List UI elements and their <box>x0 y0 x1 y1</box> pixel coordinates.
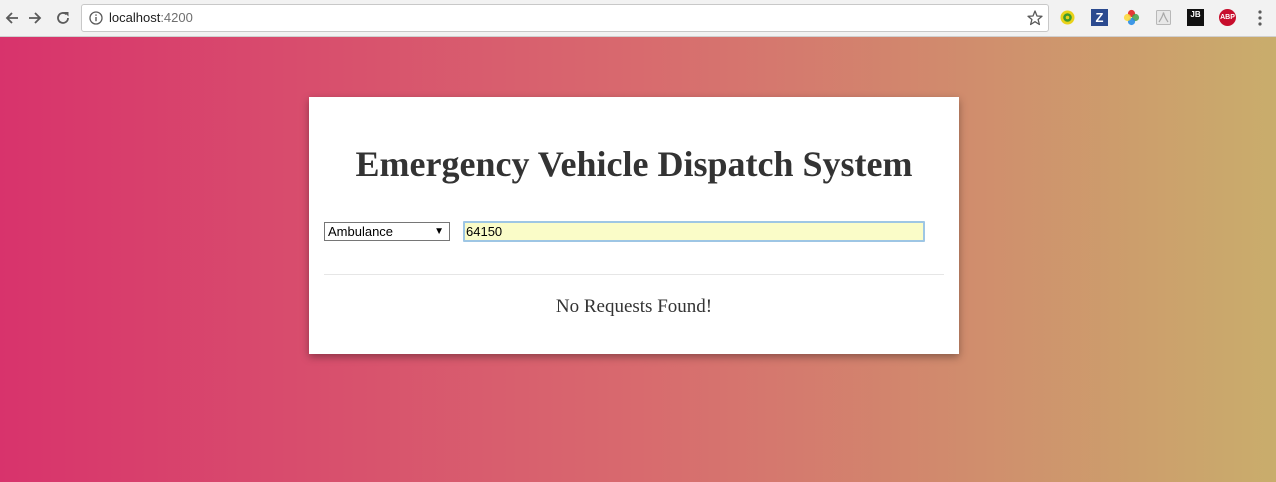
extension-abp-label: ABP <box>1220 14 1235 21</box>
divider <box>324 274 944 275</box>
zip-code-input[interactable] <box>463 221 925 242</box>
extension-green-icon[interactable] <box>1059 9 1076 26</box>
extension-z-label: Z <box>1095 10 1104 25</box>
url-text[interactable]: localhost:4200 <box>109 11 193 25</box>
extension-jb-icon[interactable]: JB <box>1187 9 1204 26</box>
green-circle-icon <box>1060 10 1075 25</box>
reload-icon <box>57 12 69 24</box>
back-button[interactable] <box>0 6 24 30</box>
empty-requests-message: No Requests Found! <box>555 296 713 317</box>
extension-z-icon[interactable]: Z <box>1091 9 1108 26</box>
url-port: :4200 <box>160 10 193 25</box>
pdf-icon <box>1156 10 1171 25</box>
forward-arrow-icon <box>29 12 42 24</box>
extension-abp-icon[interactable]: ABP <box>1219 9 1236 26</box>
vehicle-type-select[interactable]: Ambulance ▼ <box>324 222 450 241</box>
address-bar[interactable]: localhost:4200 <box>81 4 1049 32</box>
extension-color-wheel-icon[interactable] <box>1123 9 1140 26</box>
color-wheel-icon <box>1123 9 1140 26</box>
dispatch-card: Emergency Vehicle Dispatch System Ambula… <box>309 97 959 354</box>
extension-pdf-icon[interactable] <box>1155 9 1172 26</box>
menu-dots-icon[interactable] <box>1253 9 1267 27</box>
page-title: Emergency Vehicle Dispatch System <box>355 144 913 184</box>
vehicle-type-value: Ambulance <box>328 224 394 239</box>
page-viewport: Emergency Vehicle Dispatch System Ambula… <box>0 37 1276 482</box>
info-icon[interactable] <box>89 11 103 25</box>
back-arrow-icon <box>5 12 18 24</box>
browser-toolbar: localhost:4200 Z JB ABP <box>0 0 1276 37</box>
dropdown-arrow-icon: ▼ <box>434 226 444 237</box>
forward-button[interactable] <box>23 6 47 30</box>
reload-button[interactable] <box>51 6 75 30</box>
url-host: localhost <box>109 10 161 25</box>
star-icon[interactable] <box>1026 9 1044 27</box>
extension-jb-label: JB <box>1190 10 1201 19</box>
